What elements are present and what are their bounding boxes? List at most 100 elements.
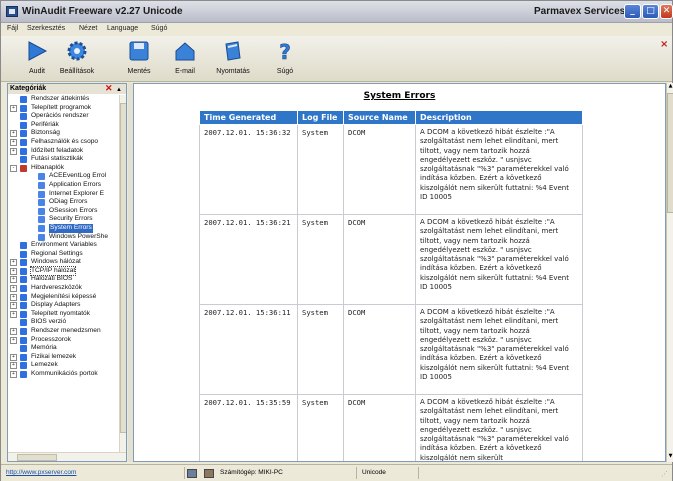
expand-icon[interactable]: + — [10, 362, 17, 370]
expand-icon[interactable]: + — [10, 138, 17, 146]
tree-item[interactable]: Security Errors — [8, 215, 119, 224]
minimize-button[interactable]: _ — [624, 4, 641, 19]
tree-item-label: Environment Variables — [31, 241, 97, 249]
report-vertical-scrollbar[interactable]: ▲ ▼ — [666, 83, 673, 462]
tree-item[interactable]: Regional Settings — [8, 250, 119, 259]
category-icon — [20, 371, 27, 378]
expand-icon[interactable]: + — [10, 328, 17, 336]
tree-item[interactable]: Memória — [8, 344, 119, 353]
help-question-icon: ? — [279, 40, 291, 62]
tree-item[interactable]: + Biztonság — [8, 129, 119, 138]
scroll-down-icon[interactable]: ▼ — [667, 453, 673, 461]
expand-icon[interactable]: + — [10, 302, 17, 310]
tree-item[interactable]: Futási statisztikák — [8, 155, 119, 164]
expand-icon[interactable]: + — [10, 147, 17, 155]
tree-item[interactable]: + Megjelenítési képessé — [8, 293, 119, 302]
scroll-up-icon[interactable]: ▲ — [667, 83, 673, 91]
table-row: 2007.12.01. 15:36:32 System DCOM A DCOM a k… — [199, 124, 583, 215]
expand-icon[interactable]: + — [10, 371, 17, 378]
gear-icon — [67, 41, 87, 61]
tree-item-label: Hibanaplók — [31, 163, 64, 171]
collapse-icon[interactable]: - — [10, 164, 17, 172]
category-icon — [38, 199, 45, 207]
category-icon — [20, 328, 27, 336]
category-icon — [20, 147, 27, 155]
title-bar[interactable]: WinAudit Freeware v2.27 Unicode Parmavex… — [1, 1, 673, 23]
tree-item[interactable]: + TCP/IP hálózat — [8, 265, 119, 277]
tree-item[interactable]: Environment Variables — [8, 241, 119, 250]
tree-item[interactable]: + Időzített feladatok — [8, 147, 119, 156]
expand-icon[interactable]: + — [10, 353, 17, 361]
maximize-button[interactable]: □ — [642, 4, 659, 19]
tree-scroll-thumb[interactable] — [120, 103, 126, 433]
tree-item[interactable]: + Telepített nyomtatók — [8, 310, 119, 319]
cell-time-generated: 2007.12.01. 15:36:11 — [199, 304, 298, 395]
col-source-name: Source Name — [343, 110, 416, 125]
menu-edit[interactable]: Szerkesztés — [27, 25, 65, 32]
tree-item[interactable]: Perifériák — [8, 121, 119, 130]
close-button[interactable]: ✕ — [660, 4, 673, 19]
email-button[interactable]: E-mail — [165, 38, 205, 80]
toolbar: Audit Beállítások Mentés E-mail Nyomtatá… — [1, 36, 672, 82]
menu-language[interactable]: Language — [107, 25, 138, 32]
cell-description: A DCOM a következő hibát észlelte :"A sz… — [415, 124, 583, 215]
tree-vertical-scrollbar[interactable] — [119, 95, 126, 452]
expand-icon[interactable]: + — [10, 336, 17, 344]
resize-grip-icon[interactable]: ⋰ — [661, 470, 668, 478]
expand-icon[interactable]: + — [10, 276, 17, 284]
tree-item[interactable]: + Kommunikációs portok — [8, 370, 119, 379]
tree-item[interactable]: + Fizikai lemezek — [8, 353, 119, 362]
expand-icon[interactable]: + — [10, 285, 17, 293]
tree-item[interactable]: + Display Adapters — [8, 301, 119, 310]
tree-item[interactable]: Rendszer áttekintés — [8, 95, 119, 104]
menu-file[interactable]: Fájl — [7, 25, 18, 32]
tree-item[interactable]: System Errors — [8, 223, 119, 233]
tree-item[interactable]: ACEEventLog Errol — [8, 172, 119, 181]
tree-horizontal-scrollbar[interactable] — [8, 452, 126, 461]
print-button[interactable]: Nyomtatás — [213, 38, 253, 80]
tree-item[interactable]: Internet Explorer E — [8, 190, 119, 199]
tree-item[interactable]: + Telepített programok — [8, 104, 119, 113]
tree-item[interactable]: + Hálózati BIOS — [8, 275, 119, 284]
tree-item[interactable]: Application Errors — [8, 181, 119, 190]
menu-help[interactable]: Súgó — [151, 25, 167, 32]
tree-item[interactable]: + Windows hálózat — [8, 258, 119, 267]
expand-icon[interactable]: + — [10, 293, 17, 301]
tree-item[interactable]: + Hardvereszközök — [8, 284, 119, 293]
tree-item[interactable]: + Processzorok — [8, 336, 119, 345]
close-panel-icon[interactable]: ✕ — [105, 84, 113, 93]
network-status-icon — [204, 469, 214, 478]
tree-item[interactable]: Windows PowerShe — [8, 233, 119, 242]
website-link[interactable]: http://www.pxserver.com — [3, 467, 185, 479]
menu-view[interactable]: Nézet — [79, 25, 97, 32]
report-scroll-thumb[interactable] — [667, 93, 673, 213]
scroll-up-arrow-icon[interactable]: ▲ — [116, 85, 122, 95]
expand-icon[interactable]: + — [10, 259, 17, 267]
save-button[interactable]: Mentés — [119, 38, 159, 80]
tree-item-label: Display Adapters — [31, 301, 81, 309]
tree-item[interactable]: OSession Errors — [8, 207, 119, 216]
tree-item[interactable]: BIOS verzió — [8, 318, 119, 327]
tree-hscroll-thumb[interactable] — [17, 454, 57, 461]
expand-icon[interactable]: + — [10, 104, 17, 112]
tree-item[interactable]: + Lemezek — [8, 361, 119, 370]
help-button[interactable]: ? Súgó — [265, 38, 305, 80]
tree-item-label: Hardvereszközök — [31, 284, 82, 292]
tree-item-label: Biztonság — [31, 129, 60, 137]
category-icon — [20, 113, 27, 121]
tree-item[interactable]: + Rendszer menedzsmen — [8, 327, 119, 336]
tree-item[interactable]: ODiag Errors — [8, 198, 119, 207]
table-row: 2007.12.01. 15:35:59 System DCOM A DCOM a k… — [199, 394, 583, 461]
cell-source-name: DCOM — [343, 304, 416, 395]
expand-icon[interactable]: + — [10, 130, 17, 138]
tree-item[interactable]: - Hibanaplók — [8, 164, 119, 173]
settings-button[interactable]: Beállítások — [57, 38, 97, 80]
tree-item[interactable]: Operációs rendszer — [8, 112, 119, 121]
tree-item-label: Processzorok — [31, 335, 71, 343]
tree-item[interactable]: + Felhasználók és csopo — [8, 138, 119, 147]
close-report-icon[interactable]: × — [660, 39, 668, 50]
tree-item-label: Memória — [31, 344, 57, 352]
svg-text:?: ? — [279, 40, 291, 62]
expand-icon[interactable]: + — [10, 267, 17, 275]
expand-icon[interactable]: + — [10, 310, 17, 318]
